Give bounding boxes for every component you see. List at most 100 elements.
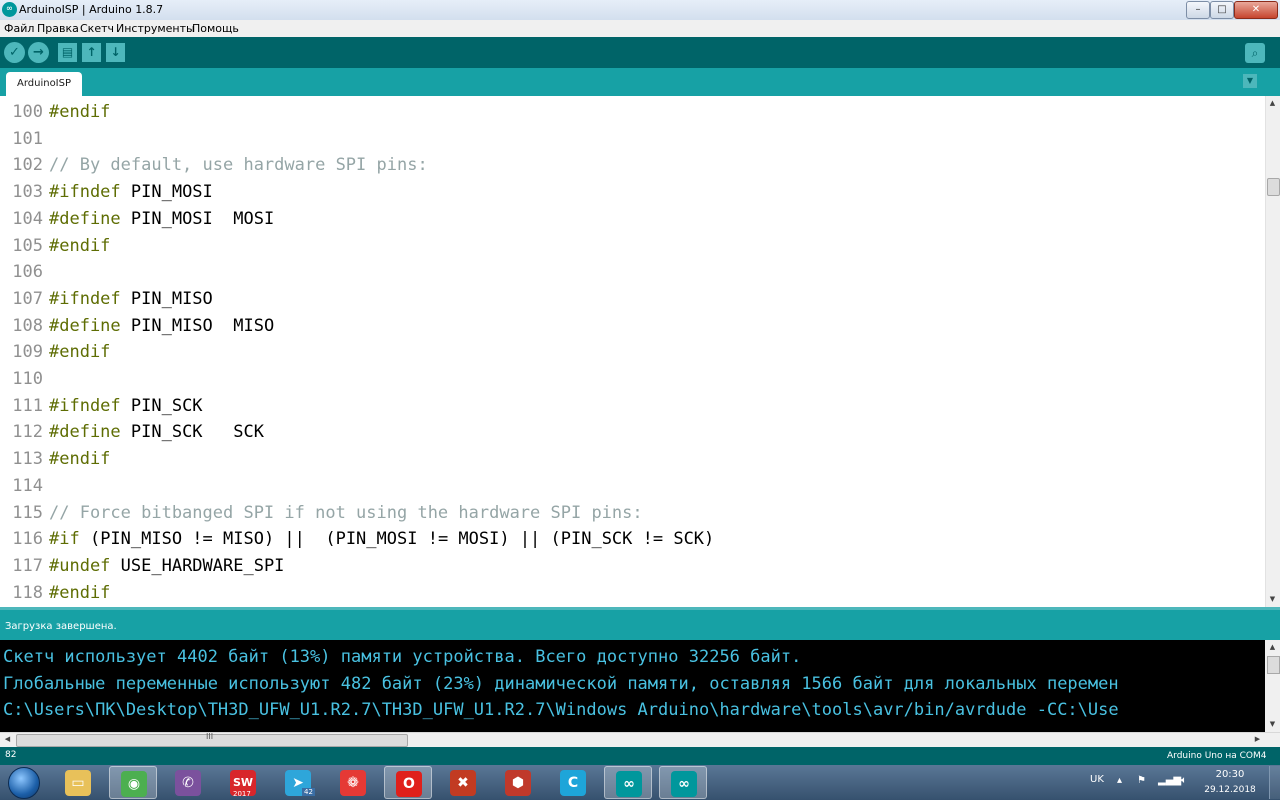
line-number: 112 — [12, 422, 43, 443]
preprocessor-directive: #define — [49, 315, 121, 336]
console-output[interactable]: Скетч использует 4402 байт (13%) памяти … — [0, 640, 1265, 732]
taskbar-app-arduino-1[interactable]: ∞ — [604, 766, 652, 799]
line-number: 105 — [12, 235, 43, 256]
camera-app-icon: ❁ — [340, 770, 366, 796]
chrome-icon: ◉ — [121, 771, 147, 797]
preprocessor-directive: #define — [49, 422, 121, 443]
code-comment: // Force bitbanged SPI if not using the … — [49, 502, 643, 523]
menu-edit[interactable]: Правка — [37, 22, 79, 35]
taskbar-app-inkscape[interactable]: ✖ — [439, 766, 487, 799]
editor-scroll-down-icon[interactable]: ▼ — [1265, 595, 1280, 603]
close-button[interactable]: ✕ — [1234, 1, 1278, 19]
3d-app-icon: ⬢ — [505, 770, 531, 796]
taskbar-app-arduino-2[interactable]: ∞ — [659, 766, 707, 799]
tray-expand-icon[interactable]: ▴ — [1117, 775, 1122, 786]
line-number: 116 — [12, 529, 43, 550]
window-title: ArduinoISP | Arduino 1.8.7 — [19, 3, 164, 16]
console-scroll-down-icon[interactable]: ▼ — [1265, 720, 1280, 728]
status-message: Загрузка завершена. — [5, 621, 117, 632]
code-line[interactable]: 105 #endif — [0, 233, 110, 259]
current-line-number: 82 — [5, 750, 17, 760]
console-scroll-left-icon[interactable]: ◀ — [0, 735, 15, 743]
taskbar-app-telegram[interactable]: ➤ 42 — [274, 766, 322, 799]
taskbar-app-camera-app[interactable]: ❁ — [329, 766, 377, 799]
code-line[interactable]: 114 — [0, 473, 49, 499]
minimize-button[interactable]: – — [1186, 1, 1210, 19]
new-sketch-button[interactable]: ▤ — [58, 43, 77, 62]
menu-sketch[interactable]: Скетч — [80, 22, 114, 35]
taskbar-app-solidworks[interactable]: SW 2017 — [219, 766, 267, 799]
console-vertical-scrollbar[interactable] — [1265, 640, 1280, 732]
toolbar — [0, 37, 1280, 68]
code-line[interactable]: 113 #endif — [0, 446, 110, 472]
code-text: PIN_SCK SCK — [120, 422, 264, 443]
code-line[interactable]: 110 — [0, 366, 49, 392]
tray-clock-date[interactable]: 29.12.2018 — [1202, 785, 1258, 795]
preprocessor-directive: #ifndef — [49, 288, 121, 309]
preprocessor-directive: #define — [49, 208, 121, 229]
code-line[interactable]: 108 #define PIN_MISO MISO — [0, 313, 274, 339]
editor-scroll-thumb[interactable] — [1267, 178, 1280, 196]
menu-help[interactable]: Помощь — [192, 22, 239, 35]
menu-tools[interactable]: Инструменты — [116, 22, 195, 35]
code-line[interactable]: 116 #if (PIN_MISO != MISO) || (PIN_MOSI !… — [0, 526, 714, 552]
preprocessor-directive: #endif — [49, 342, 111, 363]
code-line[interactable]: 118 #endif — [0, 580, 110, 606]
code-line[interactable]: 109 #endif — [0, 339, 110, 365]
serial-monitor-button[interactable]: ⌕ — [1245, 43, 1265, 63]
taskbar-app-3d-app[interactable]: ⬢ — [494, 766, 542, 799]
tab-menu-chevron-down-icon[interactable]: ▼ — [1243, 74, 1257, 88]
code-line[interactable]: 106 — [0, 259, 49, 285]
open-button[interactable]: ↑ — [82, 43, 101, 62]
console-scroll-right-icon[interactable]: ▶ — [1250, 735, 1265, 743]
console-line: C:\Users\ПК\Desktop\TH3D_UFW_U1.R2.7\TH3… — [3, 700, 1119, 720]
console-line: Скетч использует 4402 байт (13%) памяти … — [3, 647, 802, 667]
preprocessor-directive: #undef — [49, 555, 111, 576]
taskbar-app-ccleaner[interactable]: C — [549, 766, 597, 799]
taskbar-app-opera[interactable]: O — [384, 766, 432, 799]
start-button[interactable] — [8, 767, 40, 799]
line-number: 115 — [12, 502, 43, 523]
verify-button[interactable]: ✓ — [4, 42, 25, 63]
network-signal-icon[interactable]: ▂▄▆ — [1158, 775, 1181, 786]
code-line[interactable]: 100 #endif — [0, 99, 110, 125]
tab-arduinoisp[interactable]: ArduinoISP — [6, 72, 82, 96]
taskbar-app-chrome[interactable]: ◉ — [109, 766, 157, 799]
code-line[interactable]: 111 #ifndef PIN_SCK — [0, 393, 202, 419]
save-button[interactable]: ↓ — [106, 43, 125, 62]
code-line[interactable]: 104 #define PIN_MOSI MOSI — [0, 206, 274, 232]
code-line[interactable]: 103 #ifndef PIN_MOSI — [0, 179, 213, 205]
line-number: 111 — [12, 395, 43, 416]
editor-vertical-scrollbar[interactable] — [1265, 96, 1280, 607]
code-text: PIN_MOSI MOSI — [120, 208, 275, 229]
editor-scroll-up-icon[interactable]: ▲ — [1265, 99, 1280, 107]
code-line[interactable]: 102 // By default, use hardware SPI pins: — [0, 152, 427, 178]
maximize-button[interactable]: □ — [1210, 1, 1234, 19]
taskbar-app-explorer[interactable]: ▭ — [54, 766, 102, 799]
action-center-flag-icon[interactable]: ⚑ — [1137, 775, 1146, 786]
notification-badge: 42 — [302, 788, 315, 796]
line-number: 114 — [12, 475, 43, 496]
code-editor[interactable]: 100 #endif 101 102 // By default, use hardwa… — [0, 96, 1265, 607]
tray-clock-time[interactable]: 20:30 — [1205, 769, 1255, 780]
console-scroll-up-icon[interactable]: ▲ — [1265, 643, 1280, 651]
show-desktop-button[interactable] — [1269, 766, 1280, 799]
scroll-grip-icon: III — [206, 732, 214, 741]
taskbar-app-viber[interactable]: ✆ — [164, 766, 212, 799]
upload-button[interactable]: → — [28, 42, 49, 63]
console-vertical-thumb[interactable] — [1267, 656, 1280, 674]
menu-file[interactable]: Файл — [4, 22, 34, 35]
preprocessor-directive: #ifndef — [49, 395, 121, 416]
volume-icon[interactable]: 🔈︎ — [1181, 775, 1187, 786]
code-text: PIN_MISO — [120, 288, 213, 309]
line-number: 110 — [12, 369, 43, 389]
console-line: Глобальные переменные используют 482 бай… — [3, 673, 1119, 694]
code-line[interactable]: 115 // Force bitbanged SPI if not using t… — [0, 500, 643, 526]
explorer-icon: ▭ — [65, 770, 91, 796]
preprocessor-directive: #endif — [49, 102, 111, 122]
tray-language[interactable]: UK — [1090, 774, 1104, 785]
code-line[interactable]: 101 — [0, 126, 49, 152]
code-line[interactable]: 117 #undef USE_HARDWARE_SPI — [0, 553, 284, 579]
code-line[interactable]: 107 #ifndef PIN_MISO — [0, 286, 213, 312]
code-line[interactable]: 112 #define PIN_SCK SCK — [0, 419, 264, 445]
